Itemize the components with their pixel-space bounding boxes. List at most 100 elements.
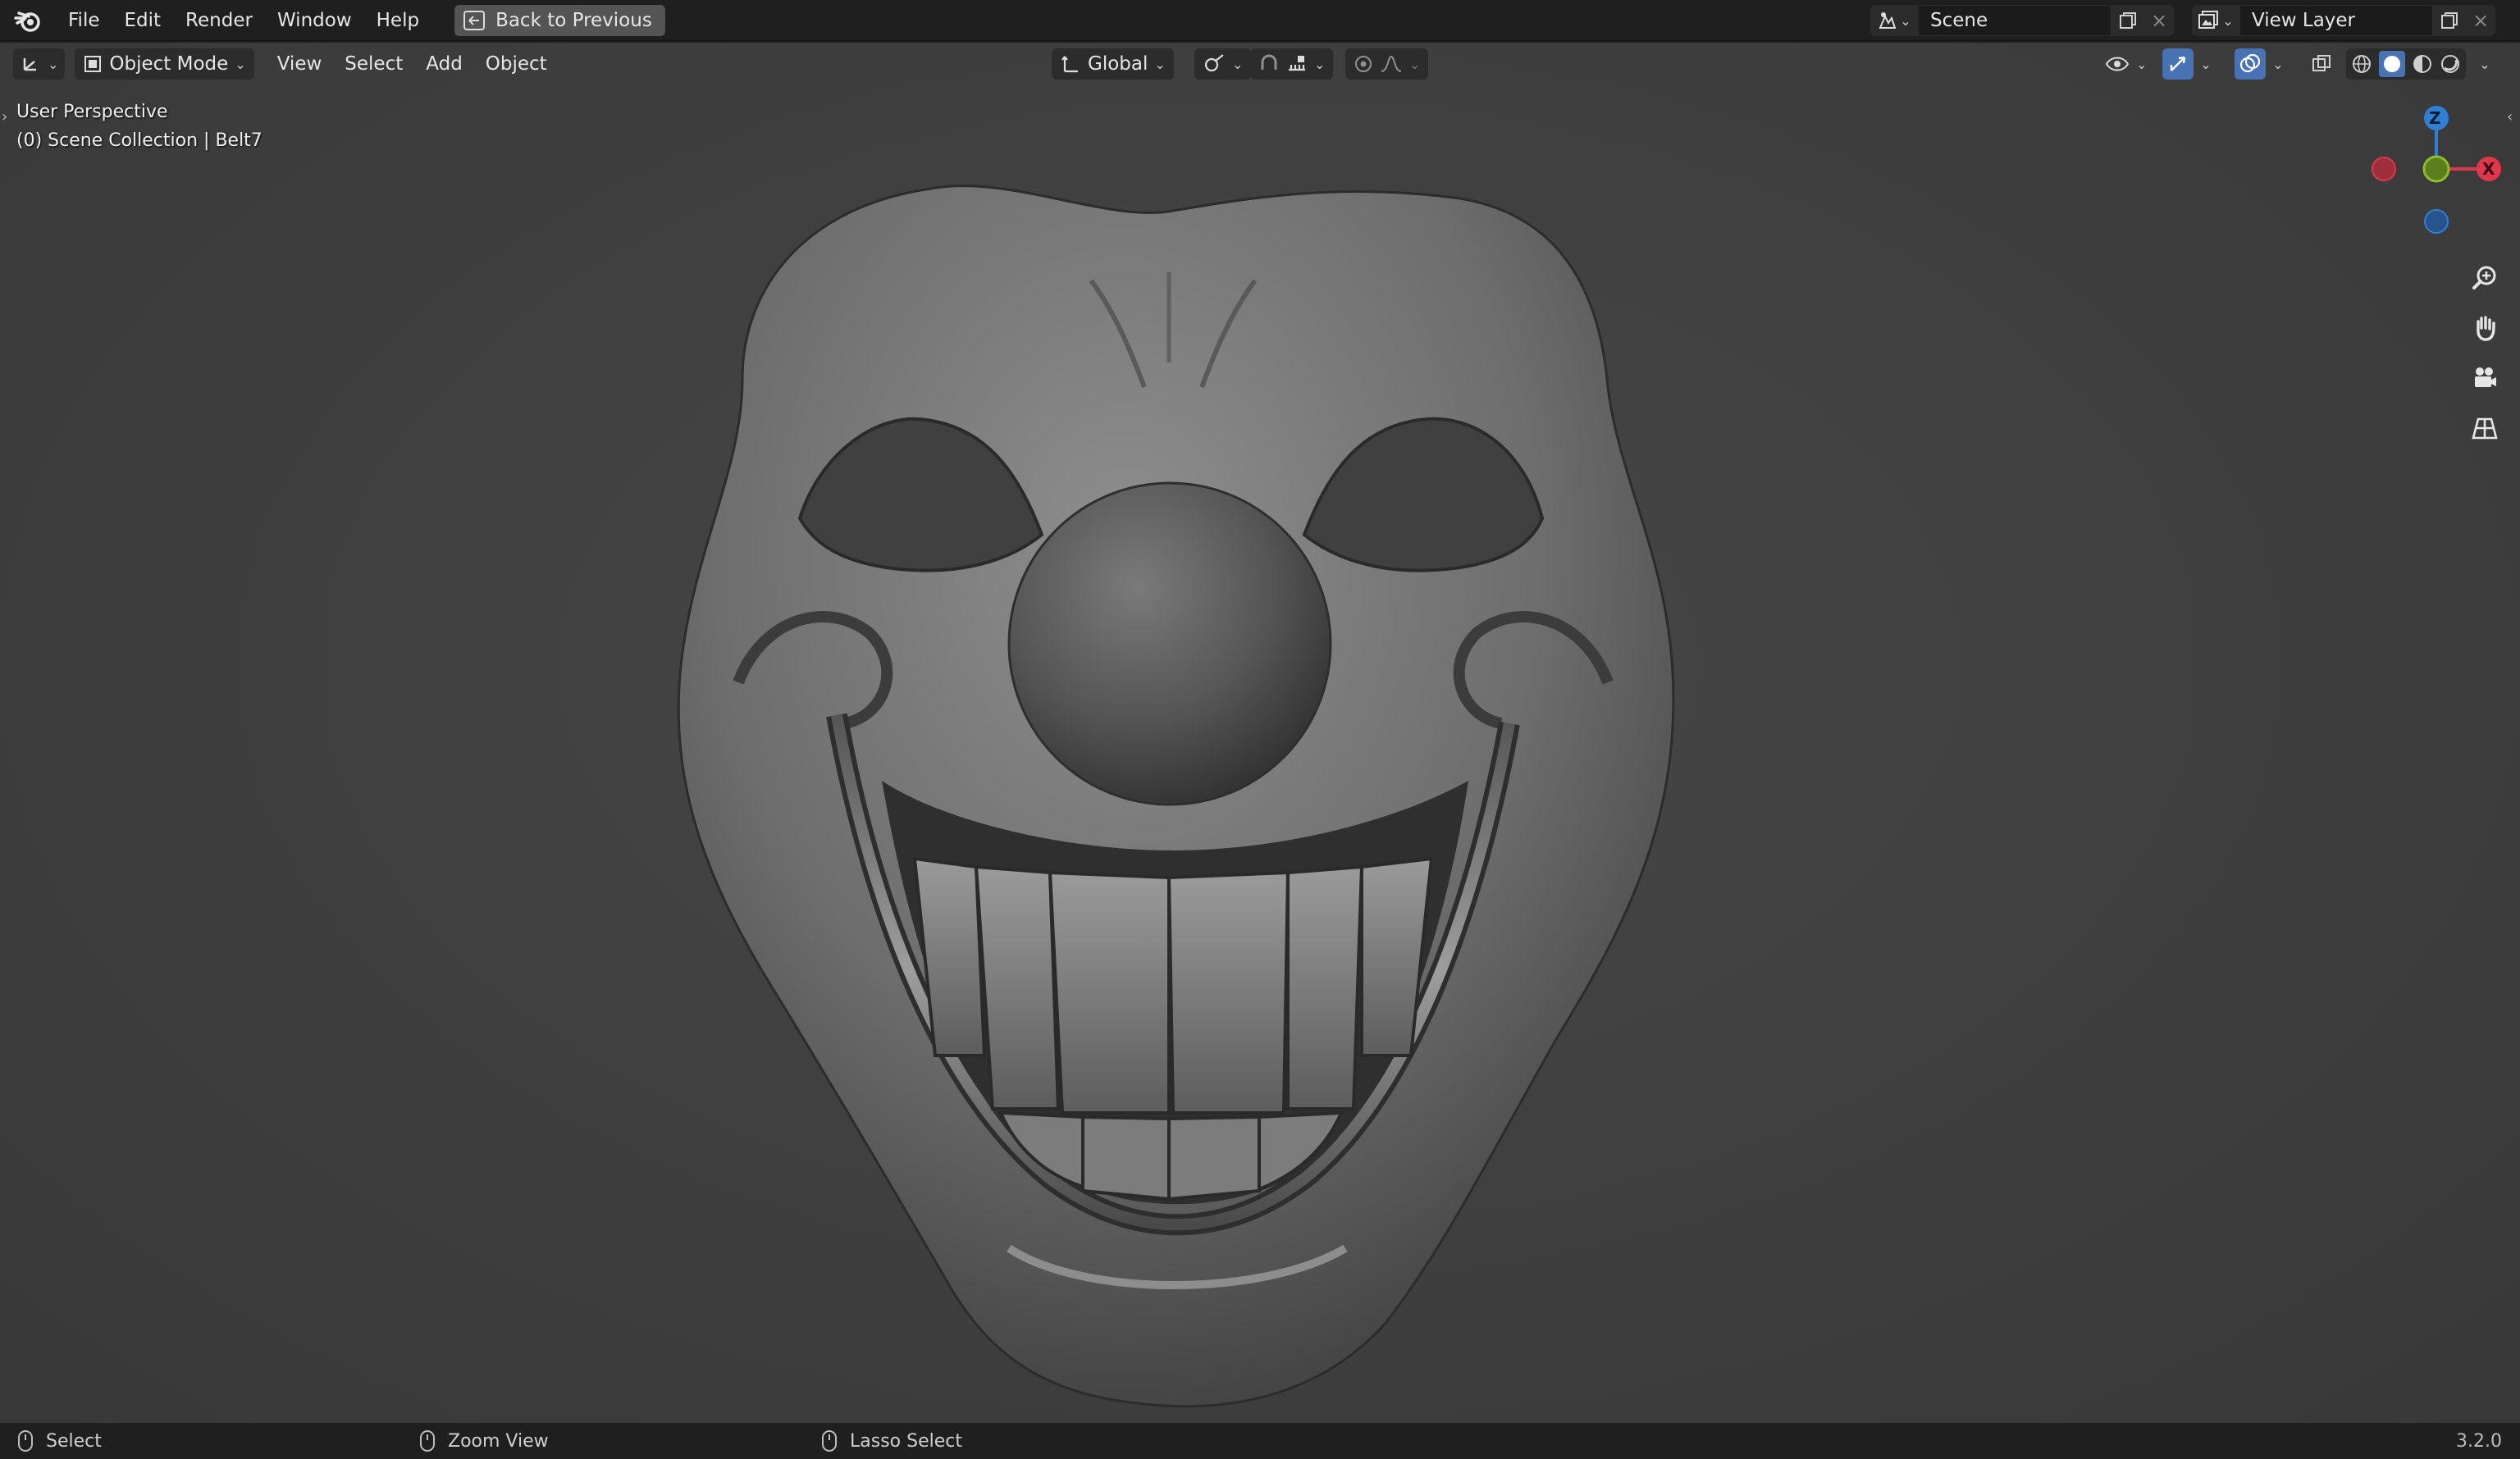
falloff-curve-icon: [1381, 55, 1402, 72]
view-layer-name-field[interactable]: View Layer: [2239, 5, 2433, 36]
status-bar: Select Zoom View Lasso Select 3.2.0: [0, 1423, 2520, 1459]
rendered-shading-icon[interactable]: [2440, 53, 2461, 75]
perspective-grid-icon: [2472, 417, 2498, 440]
wireframe-shading-icon[interactable]: [2351, 53, 2372, 75]
version-label: 3.2.0: [2456, 1430, 2502, 1452]
new-view-layer-button[interactable]: [2433, 5, 2466, 36]
menu-edit[interactable]: Edit: [112, 0, 174, 41]
scene-name-field[interactable]: Scene: [1918, 5, 2111, 36]
menu-select[interactable]: Select: [333, 53, 414, 75]
visibility-selector[interactable]: ⌄: [2097, 48, 2155, 80]
solid-shading-icon: [2384, 56, 2400, 72]
view-layer-browse-button[interactable]: ⌄: [2192, 5, 2239, 36]
view-layer-selector: ⌄ View Layer ×: [2192, 5, 2495, 36]
pivot-point-selector[interactable]: ⌄: [1194, 48, 1252, 80]
collection-label: (0) Scene Collection | Belt7: [16, 130, 262, 151]
editor-type-button[interactable]: ⌄: [13, 48, 66, 80]
eye-icon: [2105, 57, 2130, 71]
menu-file[interactable]: File: [56, 0, 112, 41]
y-axis-handle: [2422, 155, 2450, 183]
delete-scene-button[interactable]: ×: [2144, 5, 2174, 36]
magnet-icon: [1261, 54, 1277, 70]
camera-icon: [2475, 367, 2496, 387]
status-left-click: Select: [18, 1430, 102, 1452]
chevron-down-icon: ⌄: [1314, 56, 1326, 72]
gizmo-toggle[interactable]: [2162, 48, 2194, 80]
mouse-right-icon: [822, 1430, 837, 1452]
back-to-previous-label: Back to Previous: [495, 9, 652, 31]
mode-selector[interactable]: Object Mode ⌄: [75, 48, 254, 80]
duplicate-icon: [2120, 12, 2136, 29]
toolbar-expand-icon[interactable]: ›: [2, 108, 7, 125]
xray-toggle[interactable]: [2305, 48, 2338, 80]
chevron-down-icon: ⌄: [1900, 12, 1911, 29]
neg-x-axis-handle: [2372, 157, 2396, 181]
status-lasso-label: Lasso Select: [850, 1430, 962, 1452]
3d-viewport[interactable]: ⌄ Object Mode ⌄ View Select Add Object G…: [0, 43, 2520, 1423]
back-to-previous-button[interactable]: Back to Previous: [454, 4, 665, 36]
hand-icon: [2477, 316, 2495, 341]
status-zoom-label: Zoom View: [448, 1430, 549, 1452]
chevron-down-icon: ⌄: [2136, 56, 2148, 72]
menu-window[interactable]: Window: [265, 0, 364, 41]
blender-logo-icon[interactable]: [13, 6, 43, 35]
transform-orientation-selector[interactable]: Global ⌄: [1052, 48, 1174, 80]
scene-icon: [1879, 12, 1897, 29]
duplicate-icon: [2441, 12, 2458, 29]
menu-view[interactable]: View: [266, 53, 334, 75]
chevron-down-icon: ⌄: [2272, 56, 2284, 72]
menu-object[interactable]: Object: [474, 53, 559, 75]
scene-browse-button[interactable]: ⌄: [1870, 5, 1918, 36]
gizmo-options-button[interactable]: ⌄: [2194, 48, 2218, 80]
zoom-icon: [2472, 266, 2496, 290]
xray-icon: [2312, 55, 2331, 71]
status-select-label: Select: [46, 1430, 102, 1452]
orientation-label: Global: [1088, 53, 1148, 75]
x-axis-label: X: [2482, 159, 2495, 179]
mouse-left-icon: [18, 1430, 33, 1452]
camera-view-button[interactable]: [2464, 358, 2505, 399]
material-preview-icon[interactable]: [2412, 53, 2433, 75]
view-layer-icon: [2198, 11, 2219, 29]
chevron-down-icon: ⌄: [48, 56, 59, 72]
menu-render[interactable]: Render: [173, 0, 265, 41]
close-icon: ×: [2472, 9, 2490, 32]
chevron-down-icon: ⌄: [1232, 56, 1244, 72]
mouse-middle-icon: [420, 1430, 435, 1452]
chevron-down-icon: ⌄: [1154, 56, 1166, 72]
chevron-down-icon: ⌄: [2200, 56, 2212, 72]
menu-add[interactable]: Add: [414, 53, 474, 75]
clown-mask-model: [677, 185, 1675, 1408]
scene-selector: ⌄ Scene ×: [1870, 5, 2174, 36]
neg-z-axis-handle: [2424, 209, 2449, 234]
top-menu-bar: File Edit Render Window Help Back to Pre…: [0, 0, 2520, 41]
chevron-down-icon: ⌄: [2479, 56, 2490, 72]
chevron-down-icon: ⌄: [2222, 12, 2234, 29]
overlays-options-button[interactable]: ⌄: [2266, 48, 2290, 80]
pan-view-button[interactable]: [2464, 308, 2505, 349]
shading-modes: [2346, 48, 2466, 80]
overlays-toggle[interactable]: [2235, 48, 2266, 80]
status-middle-click: Zoom View: [420, 1430, 549, 1452]
snap-toggle[interactable]: ⌄: [1250, 48, 1334, 80]
menu-help[interactable]: Help: [364, 0, 431, 41]
solid-shading-button[interactable]: [2379, 51, 2405, 77]
snap-increment-icon: [1289, 56, 1305, 71]
z-axis-label: Z: [2429, 108, 2441, 128]
viewport-header: ⌄ Object Mode ⌄ View Select Add Object G…: [0, 43, 2520, 85]
new-scene-button[interactable]: [2111, 5, 2144, 36]
chevron-down-icon: ⌄: [1409, 56, 1421, 72]
mode-label: Object Mode: [109, 53, 229, 75]
projection-toggle-button[interactable]: [2464, 408, 2505, 449]
pivot-icon: [1204, 54, 1224, 72]
axes-editor-icon: [23, 58, 36, 71]
proportional-editing-toggle[interactable]: ⌄: [1345, 48, 1429, 80]
overlays-icon: [2239, 53, 2261, 73]
delete-view-layer-button[interactable]: ×: [2466, 5, 2495, 36]
proportional-edit-icon: [1355, 56, 1372, 72]
zoom-view-button[interactable]: [2464, 258, 2505, 299]
navigation-gizmo[interactable]: Z X: [2362, 102, 2510, 249]
status-right-click: Lasso Select: [822, 1430, 962, 1452]
shading-options-button[interactable]: ⌄: [2472, 48, 2497, 80]
upper-teeth: [912, 856, 1434, 1115]
